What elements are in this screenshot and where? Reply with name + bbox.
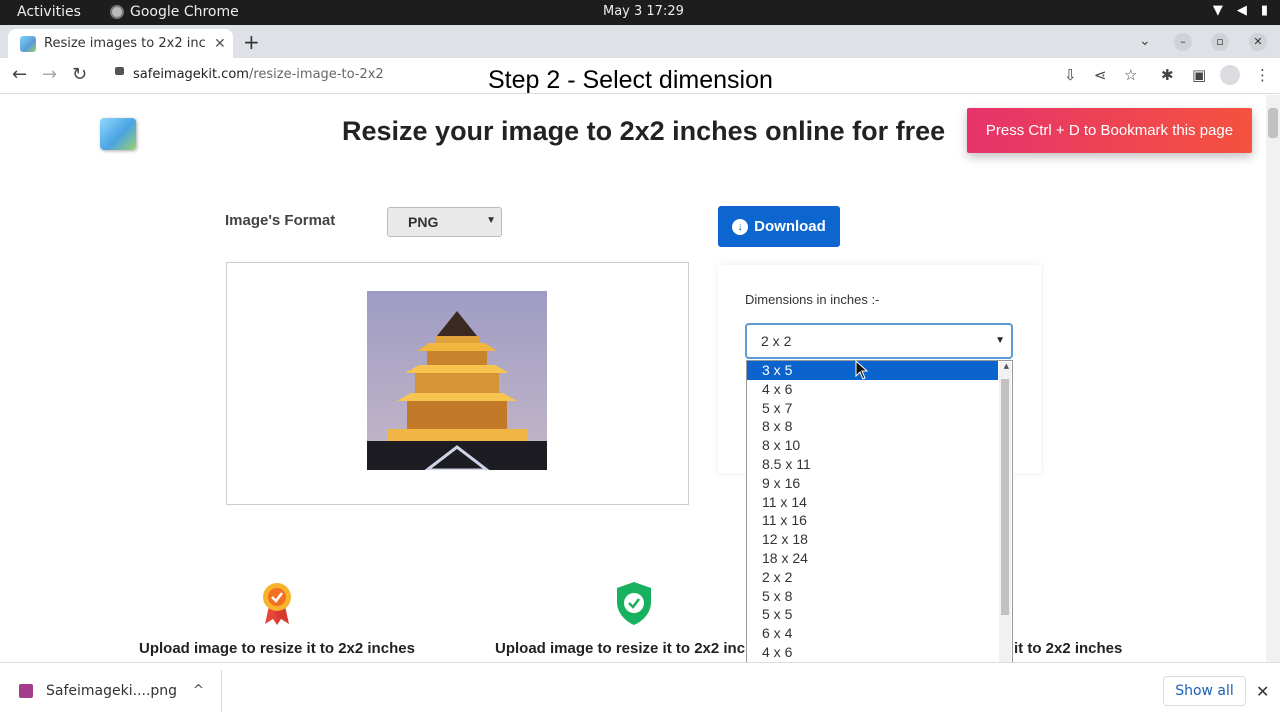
site-logo[interactable] [100,118,136,150]
bookmark-banner[interactable]: Press Ctrl + D to Bookmark this page [967,108,1252,153]
preview-image [367,291,547,470]
side-panel-icon[interactable]: ▣ [1192,66,1206,84]
url-domain: safeimagekit.com [133,67,249,82]
download-label: Download [754,218,826,235]
feature-title-3: it to 2x2 inches [1014,640,1123,657]
dimensions-label: Dimensions in inches :- [745,292,880,307]
dimension-option[interactable]: 5 x 8 [747,587,998,606]
dimension-option[interactable]: 18 x 24 [747,549,998,568]
tab-search-icon[interactable]: ⌄ [1139,33,1151,49]
dimension-option[interactable]: 4 x 6 [747,380,998,399]
extensions-icon[interactable]: ✱ [1161,66,1174,84]
close-shelf-icon[interactable]: ✕ [1256,682,1269,701]
forward-icon[interactable]: → [42,64,57,85]
page-title: Resize your image to 2x2 inches online f… [342,116,946,146]
scroll-up-icon[interactable]: ▲ [1004,362,1009,370]
dimension-option[interactable]: 12 x 18 [747,530,998,549]
browser-tab[interactable]: Resize images to 2x2 inches ✕ [8,29,233,58]
lock-icon[interactable] [115,67,124,75]
activities-button[interactable]: Activities [17,4,81,20]
show-all-button[interactable]: Show all [1163,676,1246,706]
close-window-button[interactable]: ✕ [1249,33,1267,51]
download-button[interactable]: ↓ Download [718,206,840,247]
dimension-option[interactable]: 11 x 14 [747,493,998,512]
wifi-icon: ▼ [1212,3,1223,18]
profile-avatar[interactable] [1220,65,1240,85]
system-top-bar: Activities Google Chrome May 3 17:29 ▼ ◀… [0,0,1280,25]
dimension-value: 2 x 2 [761,333,792,349]
new-tab-button[interactable]: + [243,30,260,54]
dimension-option[interactable]: 4 x 6 [747,643,998,662]
clock[interactable]: May 3 17:29 [603,4,684,19]
page-scrollbar[interactable] [1266,95,1280,662]
feature-title-1: Upload image to resize it to 2x2 inches [139,640,415,657]
award-badge-icon [263,583,291,625]
format-label: Image's Format [225,212,336,229]
dimension-option[interactable]: 5 x 7 [747,399,998,418]
format-value: PNG [408,214,439,230]
app-name: Google Chrome [130,4,239,20]
favicon-icon [20,35,36,52]
feature-title-2: Upload image to resize it to 2x2 inc [495,640,746,657]
dimension-option[interactable]: 3 x 5 [747,361,998,380]
shelf-divider [221,670,222,712]
download-icon: ↓ [732,218,749,235]
url-path: /resize-image-to-2x2 [248,67,384,82]
close-tab-icon[interactable]: ✕ [214,36,226,52]
chevron-down-icon: ▼ [486,215,496,226]
dropdown-scroll-thumb[interactable] [1001,379,1009,615]
image-file-icon [19,684,33,698]
tab-title: Resize images to 2x2 inches [44,36,206,51]
page-scroll-thumb[interactable] [1268,108,1278,138]
system-tray[interactable]: ▼ ◀ ▮ [1213,3,1268,18]
share-icon[interactable]: ⋖ [1094,66,1107,84]
download-shelf [0,662,1280,721]
address-bar[interactable]: safeimagekit.com/resize-image-to-2x2 [133,67,384,82]
dimension-option[interactable]: 11 x 16 [747,511,998,530]
app-menu[interactable]: Google Chrome [110,4,239,20]
minimize-button[interactable]: – [1174,33,1192,51]
dimension-option[interactable]: 5 x 5 [747,605,998,624]
reload-icon[interactable]: ↻ [72,64,87,85]
install-icon[interactable]: ⇩ [1064,66,1077,84]
mouse-cursor-icon [855,360,869,380]
security-shield-icon [617,582,651,625]
battery-icon: ▮ [1260,3,1268,18]
chevron-up-icon[interactable]: ^ [193,683,204,698]
maximize-button[interactable]: ▫ [1211,33,1229,51]
bookmark-star-icon[interactable]: ☆ [1124,66,1137,84]
downloaded-file-name[interactable]: Safeimageki....png [46,683,177,699]
menu-icon[interactable]: ⋮ [1255,66,1270,84]
chrome-icon [110,5,124,19]
dimension-option[interactable]: 8.5 x 11 [747,455,998,474]
video-caption: Step 2 - Select dimension [488,66,773,94]
chevron-down-icon: ▼ [995,335,1005,346]
back-icon[interactable]: ← [12,64,27,85]
dimension-option[interactable]: 9 x 16 [747,474,998,493]
volume-icon: ◀ [1236,3,1247,18]
format-select[interactable]: PNG ▼ [387,207,502,237]
dimension-select[interactable]: 2 x 2 ▼ [745,323,1013,359]
dimension-option[interactable]: 2 x 2 [747,568,998,587]
dimension-option[interactable]: 8 x 8 [747,417,998,436]
dimension-option[interactable]: 8 x 10 [747,436,998,455]
dimension-option[interactable]: 6 x 4 [747,624,998,643]
